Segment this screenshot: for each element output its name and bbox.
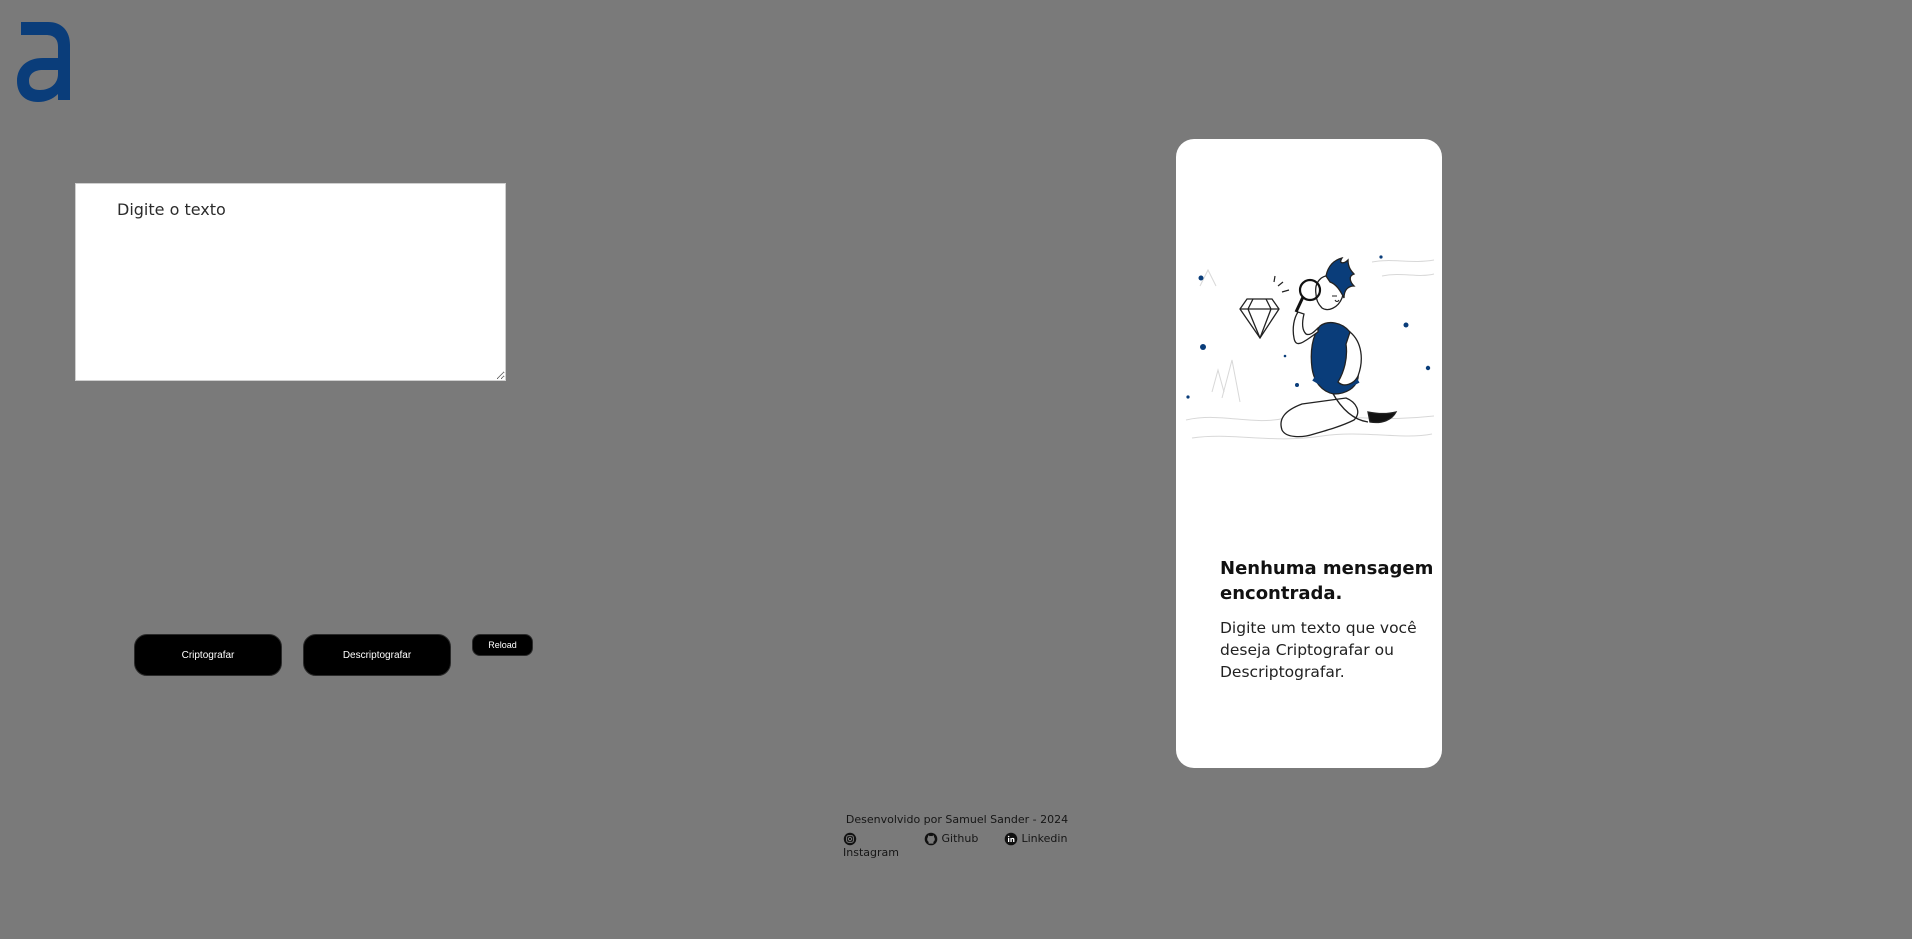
result-panel: Nenhuma mensagem encontrada. Digite um t… bbox=[1176, 139, 1442, 768]
decrypt-button[interactable]: Descriptografar bbox=[303, 634, 451, 676]
linkedin-label: Linkedin bbox=[1021, 832, 1068, 845]
result-description: Digite um texto que você deseja Criptogr… bbox=[1220, 619, 1417, 681]
encrypt-button[interactable]: Criptografar bbox=[134, 634, 282, 676]
logo-icon bbox=[17, 22, 70, 102]
linkedin-link[interactable]: Linkedin bbox=[1004, 832, 1067, 846]
github-icon bbox=[924, 832, 938, 846]
linkedin-icon bbox=[1004, 832, 1018, 846]
footer-links: Instagram Github Linkedin bbox=[840, 832, 1074, 868]
message-input[interactable] bbox=[75, 183, 506, 381]
github-label: Github bbox=[941, 832, 979, 845]
result-title: Nenhuma mensagem encontrada. bbox=[1220, 558, 1434, 604]
footer: Desenvolvido por Samuel Sander - 2024 In… bbox=[840, 812, 1074, 868]
github-link[interactable]: Github bbox=[924, 832, 978, 846]
footer-credit: Desenvolvido por Samuel Sander - 2024 bbox=[845, 813, 1069, 826]
instagram-label: Instagram bbox=[843, 846, 899, 859]
person-with-magnifying-glass-illustration bbox=[1185, 255, 1435, 440]
instagram-icon bbox=[843, 832, 857, 846]
reload-button[interactable]: Reload bbox=[472, 634, 533, 656]
instagram-link[interactable]: Instagram bbox=[843, 832, 903, 860]
